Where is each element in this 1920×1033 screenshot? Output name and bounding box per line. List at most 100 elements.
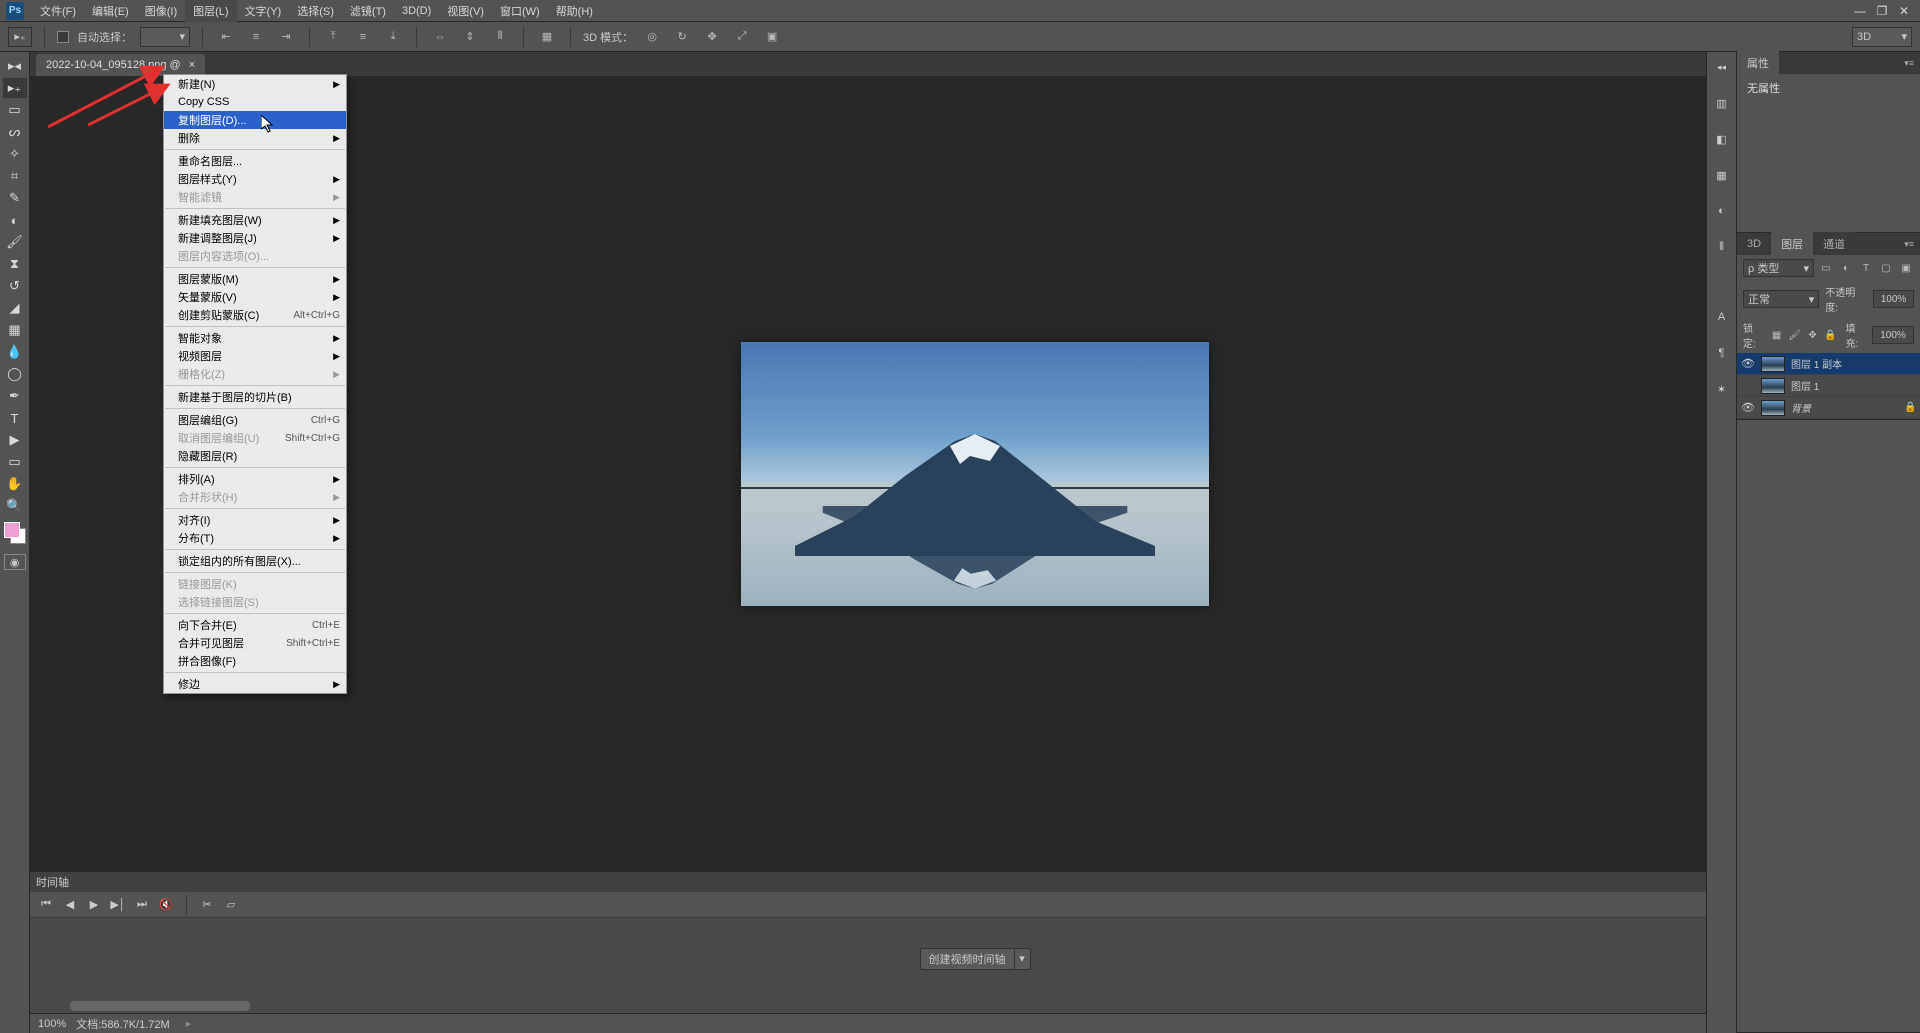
color-panel-icon[interactable]: ◧ (1711, 128, 1733, 150)
slide-3d-icon[interactable]: ⤢ (731, 26, 753, 48)
align-bottom-icon[interactable]: ⤓ (382, 26, 404, 48)
paragraph-panel-icon[interactable]: ¶ (1711, 342, 1733, 364)
blur-tool[interactable]: 💧 (3, 342, 27, 362)
lock-all-icon[interactable]: 🔒 (1824, 328, 1838, 342)
layer-filter-select[interactable]: ρ 类型▾ (1743, 259, 1814, 277)
timeline-split-button[interactable]: ✂ (199, 897, 215, 913)
pen-tool[interactable]: ✒ (3, 386, 27, 406)
timeline-play-button[interactable]: ▶ (86, 897, 102, 913)
align-center-h-icon[interactable]: ≡ (245, 26, 267, 48)
window-close-button[interactable]: ✕ (1894, 3, 1914, 19)
filter-type-icon[interactable]: T (1858, 260, 1874, 276)
menu-item[interactable]: 合并可见图层Shift+Ctrl+E (164, 634, 346, 652)
distribute-spacing-icon[interactable]: ⫴ (489, 26, 511, 48)
tab-3d[interactable]: 3D (1737, 234, 1771, 254)
filter-adjustment-icon[interactable]: ◐ (1838, 260, 1854, 276)
timeline-last-frame-button[interactable]: ⏭ (134, 897, 150, 913)
menu-item[interactable]: 锁定组内的所有图层(X)... (164, 552, 346, 570)
menu-item[interactable]: Copy CSS (164, 93, 346, 111)
crop-tool[interactable]: ⌗ (3, 166, 27, 186)
layer-name[interactable]: 图层 1 (1791, 378, 1916, 393)
timeline-transition-button[interactable]: ▱ (223, 897, 239, 913)
menu-item[interactable]: 新建填充图层(W)▶ (164, 211, 346, 229)
menu-item[interactable]: 新建(N)▶ (164, 75, 346, 93)
eyedropper-tool[interactable]: ✎ (3, 188, 27, 208)
menu-item[interactable]: 对齐(I)▶ (164, 511, 346, 529)
menu-help[interactable]: 帮助(H) (548, 0, 601, 22)
collapse-handle-icon[interactable]: ◂◂ (1711, 56, 1733, 78)
menu-item[interactable]: 复制图层(D)... (164, 111, 346, 129)
workspace-select[interactable]: 3D▾ (1852, 27, 1912, 47)
layer-thumbnail[interactable] (1761, 356, 1785, 372)
menu-item[interactable]: 重命名图层... (164, 152, 346, 170)
window-maximize-button[interactable]: ❐ (1872, 3, 1892, 19)
visibility-toggle-icon[interactable]: 👁 (1741, 401, 1755, 414)
path-selection-tool[interactable]: ▶ (3, 430, 27, 450)
adjustments-panel-icon[interactable]: ◐ (1711, 200, 1733, 222)
gradient-tool[interactable]: ▦ (3, 320, 27, 340)
zoom-level[interactable]: 100% (38, 1018, 66, 1030)
menu-image[interactable]: 图像(I) (137, 0, 185, 22)
brush-tool[interactable]: 🖌 (3, 232, 27, 252)
lock-pixels-icon[interactable]: 🖌 (1788, 328, 1802, 342)
lock-transparency-icon[interactable]: ▦ (1770, 328, 1784, 342)
styles-panel-icon[interactable]: ⫴ (1711, 236, 1733, 258)
menu-layer[interactable]: 图层(L) (185, 0, 236, 22)
document-tab[interactable]: 2022-10-04_095128.png @ × (36, 54, 205, 76)
menu-item[interactable]: 向下合并(E)Ctrl+E (164, 616, 346, 634)
fill-input[interactable]: 100% (1872, 326, 1914, 344)
panel-menu-icon[interactable]: ▾≡ (1898, 239, 1920, 250)
foreground-color[interactable] (4, 522, 20, 538)
roll-3d-icon[interactable]: ↻ (671, 26, 693, 48)
lock-position-icon[interactable]: ✥ (1806, 328, 1820, 342)
menu-file[interactable]: 文件(F) (32, 0, 84, 22)
create-video-timeline-button[interactable]: 创建视频时间轴 (920, 948, 1015, 970)
align-right-icon[interactable]: ⇥ (275, 26, 297, 48)
menu-item[interactable]: 图层蒙版(M)▶ (164, 270, 346, 288)
menu-item[interactable]: 隐藏图层(R) (164, 447, 346, 465)
menu-item[interactable]: 智能对象▶ (164, 329, 346, 347)
properties-tab[interactable]: 属性 (1737, 51, 1779, 75)
timeline-first-frame-button[interactable]: ⏮ (38, 897, 54, 913)
timeline-prev-frame-button[interactable]: ◀ (62, 897, 78, 913)
menu-3d[interactable]: 3D(D) (394, 2, 439, 20)
auto-align-icon[interactable]: ▦ (536, 26, 558, 48)
tab-layers[interactable]: 图层 (1771, 232, 1813, 256)
pan-3d-icon[interactable]: ✥ (701, 26, 723, 48)
dodge-tool[interactable]: ◯ (3, 364, 27, 384)
orbit-3d-icon[interactable]: ◎ (641, 26, 663, 48)
history-brush-tool[interactable]: ↺ (3, 276, 27, 296)
filter-pixel-icon[interactable]: ▭ (1818, 260, 1834, 276)
swatches-panel-icon[interactable]: ▦ (1711, 164, 1733, 186)
menu-select[interactable]: 选择(S) (289, 0, 342, 22)
menu-item[interactable]: 删除▶ (164, 129, 346, 147)
quick-mask-button[interactable]: ◉ (4, 554, 26, 570)
zoom-tool[interactable]: 🔍 (3, 496, 27, 516)
character-panel-icon[interactable]: A (1711, 306, 1733, 328)
menu-item[interactable]: 修边▶ (164, 675, 346, 693)
layer-thumbnail[interactable] (1761, 378, 1785, 394)
layer-name[interactable]: 图层 1 副本 (1791, 356, 1916, 371)
menu-item[interactable]: 新建基于图层的切片(B) (164, 388, 346, 406)
align-top-icon[interactable]: ⤒ (322, 26, 344, 48)
collapse-handle-icon[interactable]: ▸◂ (3, 56, 27, 76)
filter-smart-icon[interactable]: ▣ (1898, 260, 1914, 276)
blend-mode-select[interactable]: 正常▾ (1743, 290, 1819, 308)
menu-item[interactable]: 拼合图像(F) (164, 652, 346, 670)
menu-item[interactable]: 矢量蒙版(V)▶ (164, 288, 346, 306)
move-tool[interactable]: ▸₊ (3, 78, 27, 98)
menu-edit[interactable]: 编辑(E) (84, 0, 137, 22)
distribute-v-icon[interactable]: ⇕ (459, 26, 481, 48)
menu-item[interactable]: 创建剪贴蒙版(C)Alt+Ctrl+G (164, 306, 346, 324)
document-info[interactable]: 文档:586.7K/1.72M (76, 1016, 170, 1032)
lasso-tool[interactable]: ᔕ (3, 122, 27, 142)
auto-select-target-select[interactable]: ▾ (140, 27, 190, 47)
auto-select-checkbox[interactable] (57, 31, 69, 43)
type-tool[interactable]: T (3, 408, 27, 428)
document-tab-close[interactable]: × (189, 59, 195, 71)
menu-item[interactable]: 图层样式(Y)▶ (164, 170, 346, 188)
layer-thumbnail[interactable] (1761, 400, 1785, 416)
eraser-tool[interactable]: ◢ (3, 298, 27, 318)
timeline-mute-button[interactable]: 🔇 (158, 897, 174, 913)
menu-type[interactable]: 文字(Y) (237, 0, 290, 22)
